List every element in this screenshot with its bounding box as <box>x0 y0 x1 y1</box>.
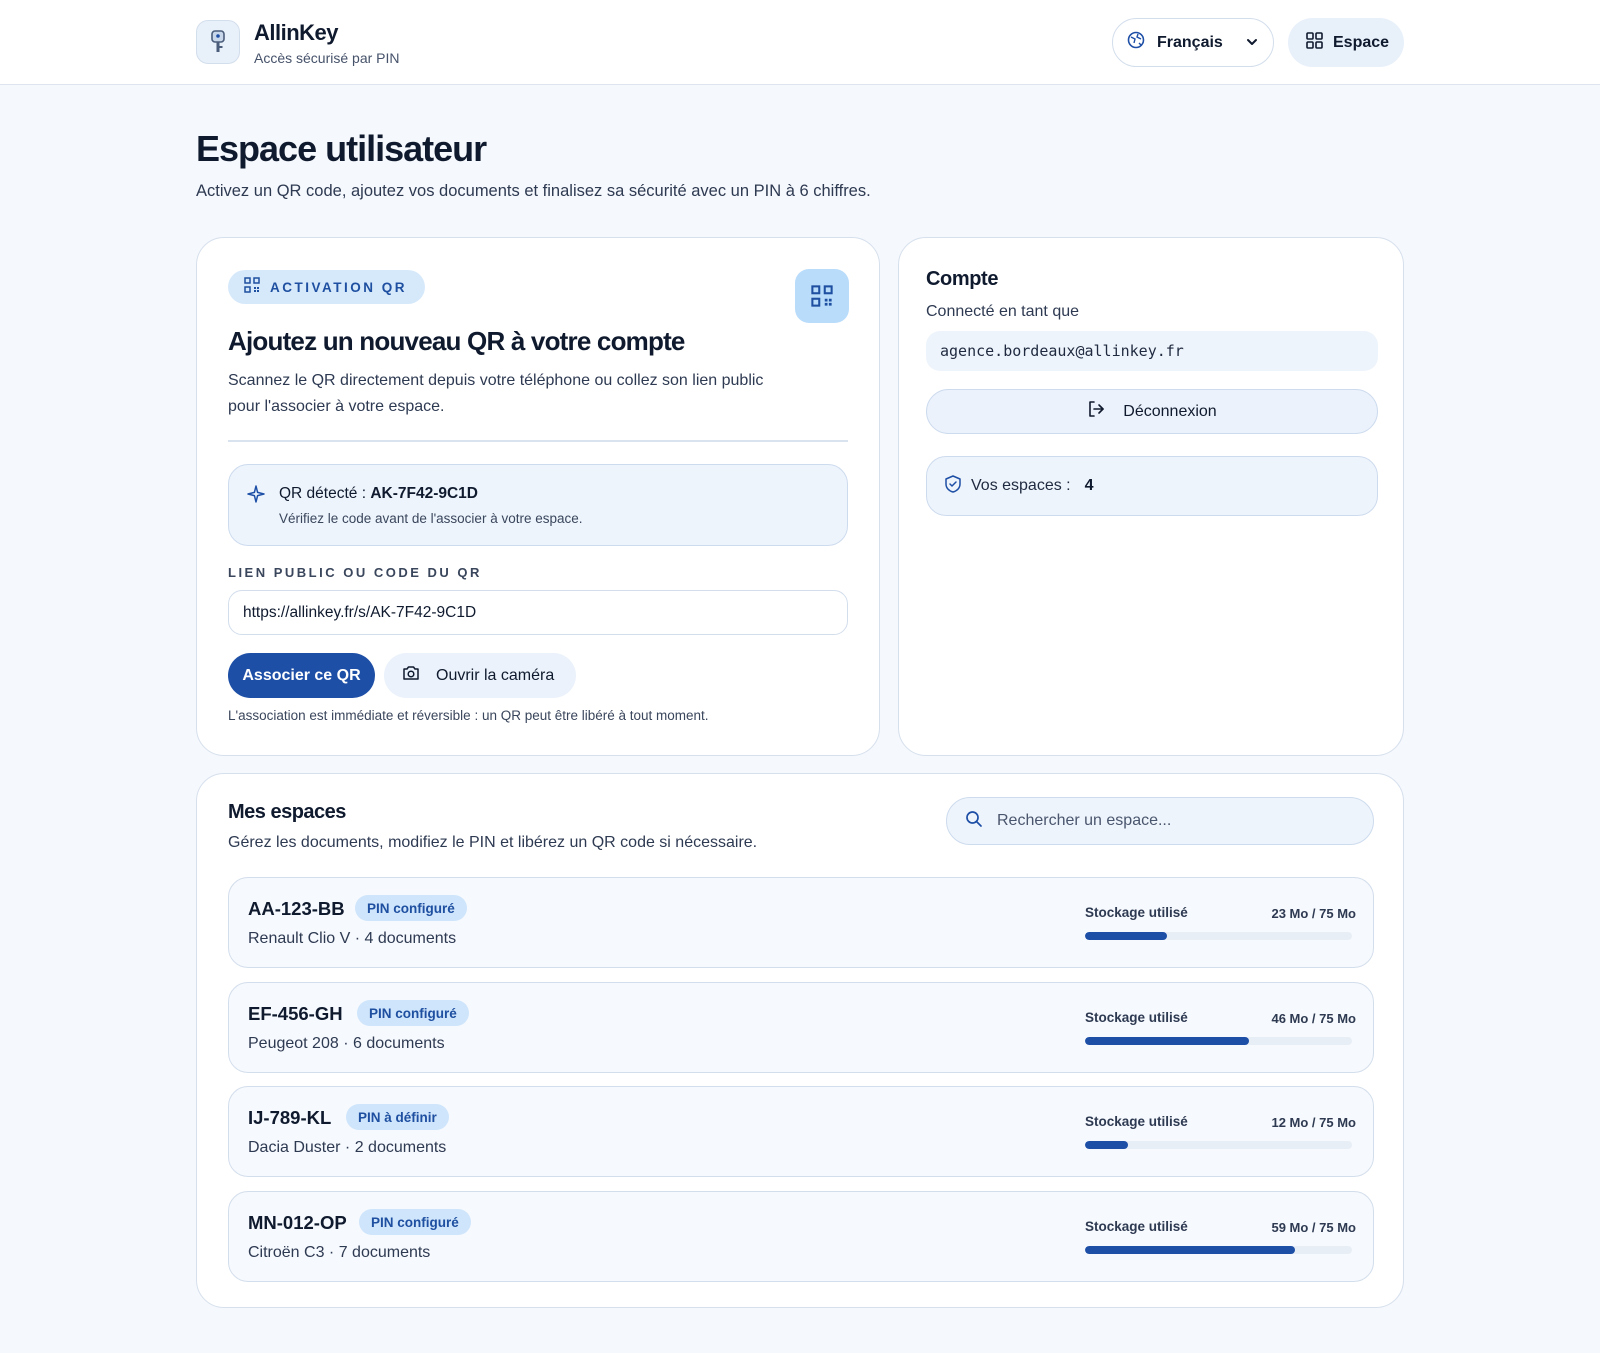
space-description: Renault Clio V · 4 documents <box>248 930 457 947</box>
activation-tag-label: ACTIVATION QR <box>270 279 407 295</box>
page-title: Espace utilisateur <box>196 128 487 169</box>
activation-tag: ACTIVATION QR <box>228 270 425 304</box>
connected-as-label: Connecté en tant que <box>926 303 1080 320</box>
storage-label: Stockage utilisé <box>1085 1219 1188 1234</box>
logout-button[interactable]: Déconnexion <box>926 389 1378 434</box>
logout-label: Déconnexion <box>1123 402 1217 420</box>
qr-detected-code: AK-7F42-9C1D <box>370 485 478 502</box>
key-icon[interactable] <box>196 20 240 64</box>
storage-label: Stockage utilisé <box>1085 905 1188 920</box>
sparkle-icon <box>247 485 265 508</box>
spaces-count-box: Vos espaces : 4 <box>926 456 1378 516</box>
account-email: agence.bordeaux@allinkey.fr <box>926 331 1378 371</box>
storage-progress-bar <box>1085 1246 1352 1254</box>
qr-scan-icon[interactable] <box>795 269 849 323</box>
storage-progress-bar <box>1085 1141 1352 1149</box>
space-plate: AA-123-BB <box>248 898 345 919</box>
space-row[interactable]: EF-456-GH PIN configuré Peugeot 208 · 6 do… <box>228 982 1374 1073</box>
spaces-subtitle: Gérez les documents, modifiez le PIN et … <box>228 834 758 851</box>
storage-label: Stockage utilisé <box>1085 1114 1188 1129</box>
open-camera-label: Ouvrir la caméra <box>436 666 555 684</box>
storage-progress-fill <box>1085 1037 1249 1045</box>
space-row[interactable]: MN-012-OP PIN configuré Citroën C3 · 7 doc… <box>228 1191 1374 1282</box>
space-search[interactable] <box>946 797 1374 845</box>
space-plate: MN-012-OP <box>248 1212 347 1233</box>
divider <box>228 440 848 442</box>
brand-name: AllinKey <box>254 20 339 45</box>
associate-qr-button[interactable]: Associer ce QR <box>228 653 375 698</box>
space-button-label: Espace <box>1333 33 1390 51</box>
pin-status-badge: PIN configuré <box>357 1000 469 1026</box>
qr-association-note: L'association est immédiate et réversibl… <box>228 708 709 723</box>
space-plate: IJ-789-KL <box>248 1107 332 1128</box>
qr-detected-line: QR détecté : AK-7F42-9C1D <box>279 485 478 503</box>
space-description: Dacia Duster · 2 documents <box>248 1139 447 1156</box>
storage-progress-bar <box>1085 932 1352 940</box>
storage-progress-fill <box>1085 932 1167 940</box>
grid-icon <box>1306 31 1323 54</box>
language-label: Français <box>1157 33 1223 51</box>
search-icon <box>965 810 983 833</box>
storage-label: Stockage utilisé <box>1085 1010 1188 1025</box>
qr-field-label: LIEN PUBLIC OU CODE DU QR <box>228 565 482 580</box>
globe-icon <box>1127 31 1145 54</box>
shield-check-icon <box>945 474 961 498</box>
pin-status-badge: PIN configuré <box>359 1209 471 1235</box>
page-subtitle: Activez un QR code, ajoutez vos document… <box>196 182 871 200</box>
spaces-card: Mes espaces Gérez les documents, modifie… <box>196 773 1404 1308</box>
space-plate: EF-456-GH <box>248 1003 343 1024</box>
logout-icon <box>1087 400 1105 423</box>
space-row[interactable]: AA-123-BB PIN configuré Renault Clio V · 4… <box>228 877 1374 968</box>
chevron-down-icon <box>1245 35 1259 54</box>
qr-detected-prefix: QR détecté : <box>279 485 367 502</box>
storage-value: 12 Mo / 75 Mo <box>1271 1115 1356 1130</box>
storage-value: 59 Mo / 75 Mo <box>1271 1220 1356 1235</box>
search-input[interactable] <box>997 812 1357 830</box>
storage-value: 46 Mo / 75 Mo <box>1271 1011 1356 1026</box>
space-description: Citroën C3 · 7 documents <box>248 1244 431 1261</box>
pin-status-badge: PIN configuré <box>355 895 467 921</box>
storage-progress-fill <box>1085 1141 1128 1149</box>
camera-icon <box>402 665 420 686</box>
account-title: Compte <box>926 268 999 290</box>
pin-status-badge: PIN à définir <box>346 1104 449 1130</box>
account-card: Compte Connecté en tant que agence.borde… <box>898 237 1404 756</box>
storage-progress-fill <box>1085 1246 1296 1254</box>
qr-link-input[interactable] <box>228 590 848 635</box>
storage-value: 23 Mo / 75 Mo <box>1271 906 1356 921</box>
language-selector[interactable]: Français <box>1112 18 1274 67</box>
qr-card-title: Ajoutez un nouveau QR à votre compte <box>228 326 685 356</box>
qr-detected-notice: QR détecté : AK-7F42-9C1D Vérifiez le co… <box>228 464 848 546</box>
spaces-count-label: Vos espaces : <box>971 477 1071 494</box>
qr-code-icon <box>244 276 260 298</box>
brand-tagline: Accès sécurisé par PIN <box>254 50 400 66</box>
qr-activation-card: ACTIVATION QR Ajoutez un nouveau QR à vo… <box>196 237 880 756</box>
top-bar: AllinKey Accès sécurisé par PIN Français… <box>0 0 1600 85</box>
spaces-title: Mes espaces <box>228 801 346 823</box>
storage-progress-bar <box>1085 1037 1352 1045</box>
space-row[interactable]: IJ-789-KL PIN à définir Dacia Duster · 2 d… <box>228 1086 1374 1177</box>
qr-detected-hint: Vérifiez le code avant de l'associer à v… <box>279 511 583 526</box>
open-camera-button[interactable]: Ouvrir la caméra <box>384 653 576 698</box>
spaces-count-value: 4 <box>1084 477 1094 494</box>
qr-card-description: Scannez le QR directement depuis votre t… <box>228 372 764 415</box>
space-button[interactable]: Espace <box>1288 18 1404 67</box>
space-description: Peugeot 208 · 6 documents <box>248 1035 445 1052</box>
